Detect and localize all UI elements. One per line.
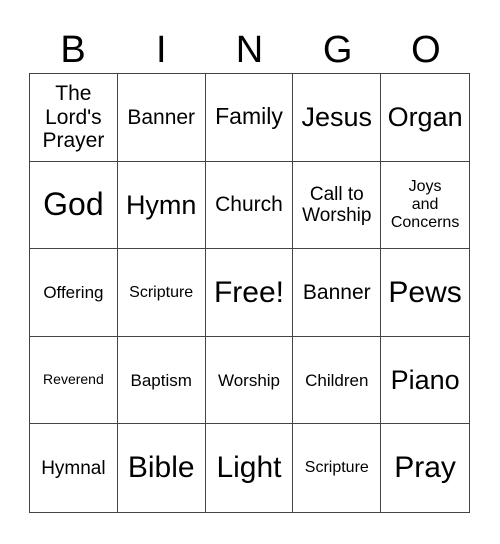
bingo-cell[interactable]: Banner: [293, 249, 382, 337]
bingo-cell[interactable]: Jesus: [293, 74, 382, 162]
bingo-cell[interactable]: Call to Worship: [293, 161, 382, 250]
bingo-cell[interactable]: Banner: [117, 74, 206, 162]
header-letter-n: N: [235, 29, 264, 71]
bingo-cell[interactable]: The Lord's Prayer: [30, 74, 118, 162]
header-letter-b: B: [60, 29, 86, 71]
bingo-cell[interactable]: Pray: [381, 424, 469, 512]
bingo-cell[interactable]: Light: [206, 424, 294, 512]
header-letter-g: G: [322, 29, 353, 71]
header-letter-o: O: [411, 29, 441, 71]
bingo-card: The Lord's Prayer Banner Family Jesus Or…: [29, 73, 470, 513]
bingo-cell[interactable]: Family: [205, 74, 294, 162]
bingo-cell[interactable]: Piano: [381, 337, 469, 425]
bingo-cell[interactable]: Hymn: [117, 161, 206, 250]
bingo-cell[interactable]: Organ: [381, 74, 469, 162]
bingo-cell[interactable]: Baptism: [117, 336, 206, 425]
bingo-cell[interactable]: Scripture: [293, 424, 382, 512]
bingo-header: B I N G O: [29, 28, 470, 73]
bingo-cell[interactable]: Reverend: [30, 336, 118, 425]
bingo-cell[interactable]: Bible: [118, 424, 206, 512]
bingo-cell[interactable]: Hymnal: [30, 424, 118, 512]
bingo-cell[interactable]: Joys and Concerns: [381, 162, 469, 250]
bingo-cell[interactable]: God: [30, 161, 118, 250]
bingo-cell[interactable]: Pews: [381, 249, 469, 337]
bingo-cell[interactable]: Children: [293, 336, 382, 425]
free-space-cell[interactable]: Free!: [205, 249, 294, 337]
bingo-cell[interactable]: Church: [205, 161, 294, 250]
bingo-cell[interactable]: Scripture: [117, 249, 206, 337]
bingo-cell[interactable]: Worship: [205, 336, 294, 425]
bingo-cell[interactable]: Offering: [30, 249, 118, 337]
header-letter-i: I: [156, 29, 167, 71]
